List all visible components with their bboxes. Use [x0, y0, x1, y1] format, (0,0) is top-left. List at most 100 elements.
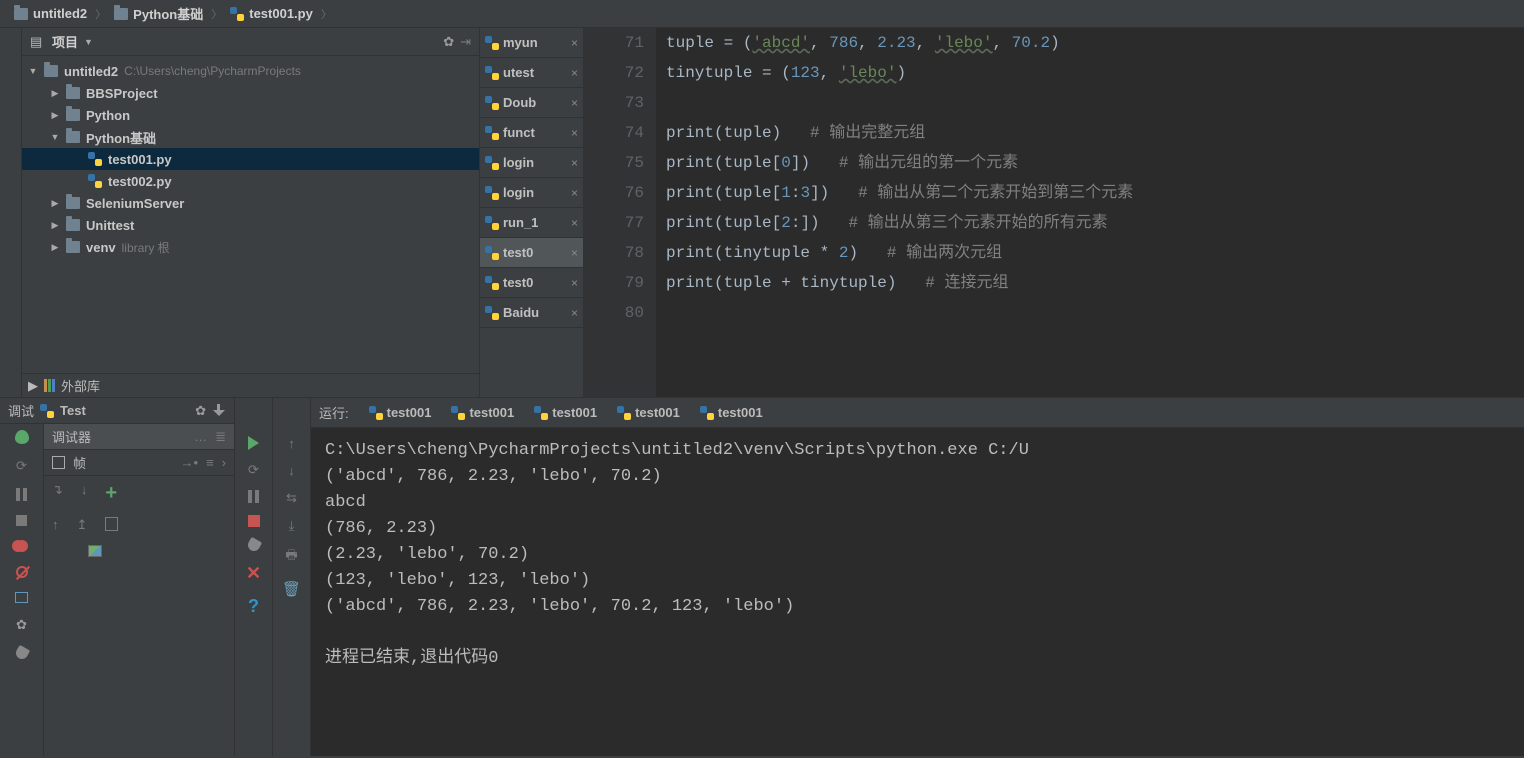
code-line[interactable]: print(tuple[1:3]) # 输出从第二个元素开始到第三个元素 [666, 178, 1524, 208]
close-icon[interactable]: × [571, 36, 578, 50]
download-icon[interactable] [212, 404, 226, 418]
code-line[interactable]: print(tuple[0]) # 输出元组的第一个元素 [666, 148, 1524, 178]
layout-icon[interactable] [15, 592, 28, 603]
line-number: 76 [584, 178, 644, 208]
collapse-icon[interactable]: ⇥ [460, 34, 471, 50]
tree-row[interactable]: ▶BBSProject [22, 82, 479, 104]
tree-row[interactable]: ▶Python [22, 104, 479, 126]
frames-more-icon[interactable]: ≡ [206, 455, 214, 470]
tree-row[interactable]: ▶venv library 根 [22, 236, 479, 258]
scroll-end-icon[interactable]: ⤓ [289, 518, 295, 534]
more-icon[interactable]: … [194, 429, 207, 444]
run-output[interactable]: C:\Users\cheng\PycharmProjects\untitled2… [311, 428, 1524, 756]
editor-tab[interactable]: Baidu× [480, 298, 583, 328]
breakpoints-icon[interactable] [16, 540, 28, 552]
tree-item-label: SeleniumServer [86, 196, 184, 211]
close-icon[interactable]: × [571, 66, 578, 80]
editor-tab[interactable]: myun× [480, 28, 583, 58]
code-line[interactable] [666, 298, 1524, 328]
editor-tab[interactable]: test0× [480, 268, 583, 298]
run-tab-label: test001 [718, 405, 763, 420]
mute-breakpoints-icon[interactable] [16, 566, 28, 578]
gear-icon[interactable]: ✿ [443, 34, 454, 50]
close-icon[interactable]: × [571, 306, 578, 320]
chevron-right-icon: 〉 [95, 6, 106, 22]
breadcrumb-item[interactable]: untitled2 [10, 6, 91, 21]
tree-row[interactable]: test001.py [22, 148, 479, 170]
code-line[interactable]: tuple = ('abcd', 786, 2.23, 'lebo', 70.2… [666, 28, 1524, 58]
tree-root[interactable]: ▼untitled2 C:\Users\cheng\PycharmProject… [22, 60, 479, 82]
gear-icon[interactable]: ✿ [195, 403, 206, 419]
code-line[interactable]: print(tinytuple * 2) # 输出两次元组 [666, 238, 1524, 268]
code-line[interactable]: tinytuple = (123, 'lebo') [666, 58, 1524, 88]
stop-icon[interactable] [248, 515, 260, 527]
chevron-right-icon: 〉 [321, 6, 332, 22]
tree-row[interactable]: ▶Unittest [22, 214, 479, 236]
close-icon[interactable]: × [571, 246, 578, 260]
add-icon[interactable]: + [105, 482, 117, 505]
close-icon[interactable]: × [571, 156, 578, 170]
step-out-icon[interactable]: ↥ [77, 517, 88, 533]
editor-tab[interactable]: login× [480, 178, 583, 208]
run-tab[interactable]: test001 [609, 402, 688, 423]
editor-tab[interactable]: test0× [480, 238, 583, 268]
close-icon[interactable]: × [571, 126, 578, 140]
pause-icon[interactable] [248, 490, 259, 503]
editor-tab[interactable]: Doub × [480, 88, 583, 118]
code-editor[interactable]: 71727374757677787980 tuple = ('abcd', 78… [584, 28, 1524, 397]
run-tab[interactable]: test001 [692, 402, 771, 423]
folder-icon [114, 8, 128, 20]
snapshot-icon[interactable] [88, 545, 102, 557]
chevron-right-icon[interactable]: › [222, 455, 226, 470]
tree-row[interactable]: ▼Python基础 [22, 126, 479, 148]
editor-tab[interactable]: login× [480, 148, 583, 178]
editor-tab[interactable]: funct× [480, 118, 583, 148]
editor-tab-label: Doub [503, 95, 567, 110]
code-line[interactable]: print(tuple) # 输出完整元组 [666, 118, 1524, 148]
editor-tab[interactable]: utest× [480, 58, 583, 88]
run-tab[interactable]: test001 [361, 402, 440, 423]
code-line[interactable]: print(tuple[2:]) # 输出从第三个元素开始的所有元素 [666, 208, 1524, 238]
python-icon [485, 276, 499, 290]
trash-icon[interactable]: 🗑 [282, 580, 301, 598]
external-libraries-row[interactable]: ▶ 外部库 [22, 373, 479, 397]
soft-wrap-icon[interactable]: ⇆ [286, 490, 297, 506]
scroll-down-icon[interactable]: ↓ [288, 463, 295, 478]
close-icon[interactable]: ✕ [246, 563, 261, 584]
play-icon[interactable] [248, 436, 259, 450]
breadcrumb-item[interactable]: Python基础 [110, 4, 207, 23]
evaluate-icon[interactable] [105, 517, 118, 531]
pin-icon[interactable] [245, 537, 261, 553]
code-line[interactable] [666, 88, 1524, 118]
rerun-icon[interactable]: ⟳ [16, 458, 27, 474]
close-icon[interactable]: × [571, 276, 578, 290]
tree-row[interactable]: test002.py [22, 170, 479, 192]
bug-icon[interactable] [15, 430, 29, 444]
step-into-icon[interactable]: ↓ [81, 482, 88, 505]
breadcrumb-item[interactable]: test001.py [226, 6, 317, 21]
debugger-tab-row[interactable]: 调试器 … ≣ [44, 424, 234, 450]
gear-icon[interactable]: ✿ [16, 617, 27, 633]
pause-icon[interactable] [16, 488, 27, 501]
stop-icon[interactable] [16, 515, 27, 526]
close-icon[interactable]: × [571, 216, 578, 230]
run-tab[interactable]: test001 [526, 402, 605, 423]
help-icon[interactable]: ? [248, 596, 259, 617]
close-icon[interactable]: × [571, 96, 578, 110]
step-icon[interactable]: →• [181, 455, 199, 470]
step-up-icon[interactable]: ↑ [52, 517, 59, 533]
editor-tab[interactable]: run_1× [480, 208, 583, 238]
tree-row[interactable]: ▶SeleniumServer [22, 192, 479, 214]
rerun-icon[interactable]: ⟳ [248, 462, 259, 478]
close-icon[interactable]: × [571, 186, 578, 200]
left-tool-strip[interactable] [0, 28, 22, 397]
code-line[interactable]: print(tuple + tinytuple) # 连接元组 [666, 268, 1524, 298]
list-icon[interactable]: ≣ [215, 429, 226, 445]
run-tab[interactable]: test001 [443, 402, 522, 423]
scroll-up-icon[interactable]: ↑ [288, 436, 295, 451]
print-icon[interactable]: 🖶 [285, 546, 297, 568]
step-over-icon[interactable]: ↴ [52, 482, 63, 505]
chevron-down-icon[interactable]: ▼ [84, 37, 93, 47]
pin-icon[interactable] [13, 645, 29, 661]
code-content[interactable]: tuple = ('abcd', 786, 2.23, 'lebo', 70.2… [656, 28, 1524, 397]
